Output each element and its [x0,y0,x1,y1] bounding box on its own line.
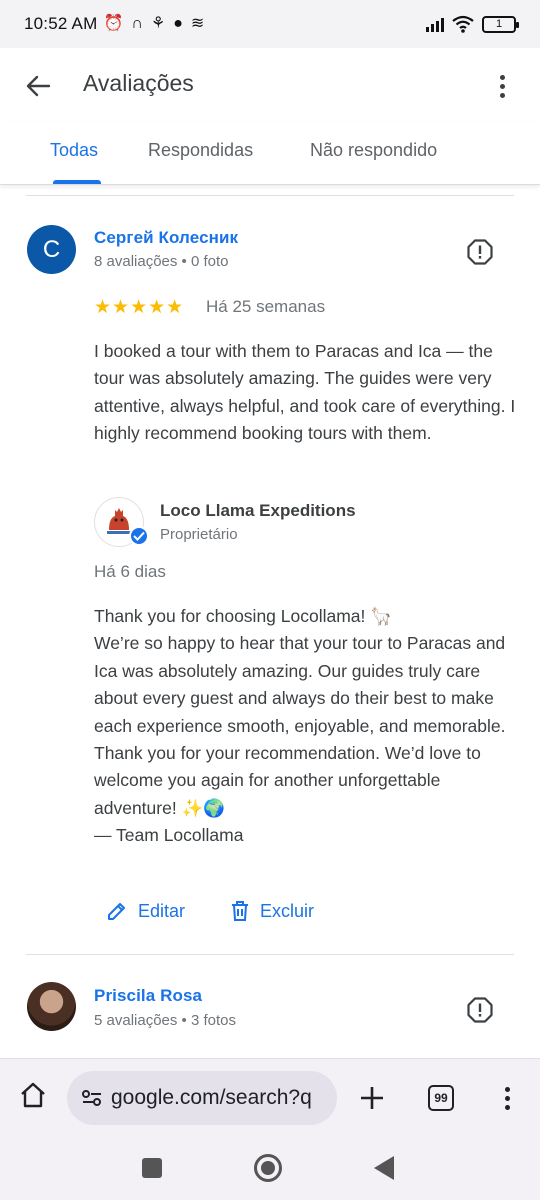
edit-reply-button[interactable]: Editar [106,900,185,922]
filter-tabs: Todas Respondidas Não respondido [0,122,540,185]
home-button[interactable] [254,1154,282,1182]
trash-icon [232,901,248,921]
app-bar: Avaliações [0,48,540,122]
capcut-icon: ≋ [190,15,205,32]
chat-icon: ● [173,15,183,32]
delete-reply-button[interactable]: Excluir [230,900,314,922]
headphones-icon: ∩ [131,15,143,32]
divider [26,954,514,955]
tab-respondidas[interactable]: Respondidas [148,140,253,161]
verified-badge-icon [129,526,149,546]
system-nav-bar [0,1138,540,1200]
battery-level: 1 [495,18,503,30]
recents-button[interactable] [142,1158,162,1178]
edit-label: Editar [138,900,186,921]
site-settings-icon [82,1090,101,1106]
tab-count: 99 [434,1091,448,1105]
review-text: I booked a tour with them to Paracas and… [94,341,516,444]
reviewer-meta: 5 avaliações • 3 fotos [94,1012,237,1029]
page-title: Avaliações [83,70,194,96]
tab-nao-respondido[interactable]: Não respondido [310,140,437,161]
battery-icon: 1 [482,15,519,33]
wifi-icon [452,15,474,33]
delete-label: Excluir [260,900,315,921]
active-tab-indicator [53,180,101,184]
report-icon[interactable] [467,239,493,265]
reviewer-name[interactable]: Сергей Колесник [94,228,238,248]
status-time: 10:52 AM [24,14,98,33]
url-bar[interactable]: google.com/search?q [67,1071,337,1125]
reviewer-name[interactable]: Priscila Rosa [94,986,202,1006]
more-vert-icon [499,74,505,80]
more-options-button[interactable] [490,70,514,102]
url-text: google.com/search?q [111,1086,312,1109]
tab-todas[interactable]: Todas [50,140,98,161]
status-bar: 10:52 AM ⏰ ∩ ⚘ ● ≋ 1 [0,0,540,48]
back-nav-button[interactable] [374,1156,394,1180]
divider [26,195,514,196]
reviewer-avatar-photo[interactable] [27,982,76,1031]
more-vert-icon [504,1086,510,1092]
star-rating: ★★★★★ [94,297,185,318]
browser-menu-button[interactable] [500,1083,514,1113]
avatar-letter: C [42,235,61,263]
reply-text: Thank you for choosing Locollama! 🦙 We’r… [94,606,506,846]
back-button[interactable] [22,70,54,102]
reviewer-meta: 8 avaliações • 0 foto [94,253,229,270]
browser-toolbar: google.com/search?q 99 [0,1058,540,1138]
review-date: Há 25 semanas [206,297,326,316]
tab-switcher-button[interactable]: 99 [428,1085,454,1111]
report-icon[interactable] [467,997,493,1023]
notification-icons: ⏰ ∩ ⚘ ● ≋ [103,16,204,32]
arrow-back-icon [26,75,51,97]
signal-icon [426,16,444,32]
owner-name: Loco Llama Expeditions [160,501,356,520]
alarm-icon: ⏰ [103,15,124,32]
new-tab-plus-icon[interactable] [357,1083,387,1113]
app-notification-icon: ⚘ [150,15,166,32]
home-icon[interactable] [19,1081,47,1109]
reviewer-avatar[interactable]: C [27,225,76,274]
pencil-icon [108,903,125,920]
owner-role: Proprietário [160,526,238,543]
reply-date: Há 6 dias [94,562,166,581]
